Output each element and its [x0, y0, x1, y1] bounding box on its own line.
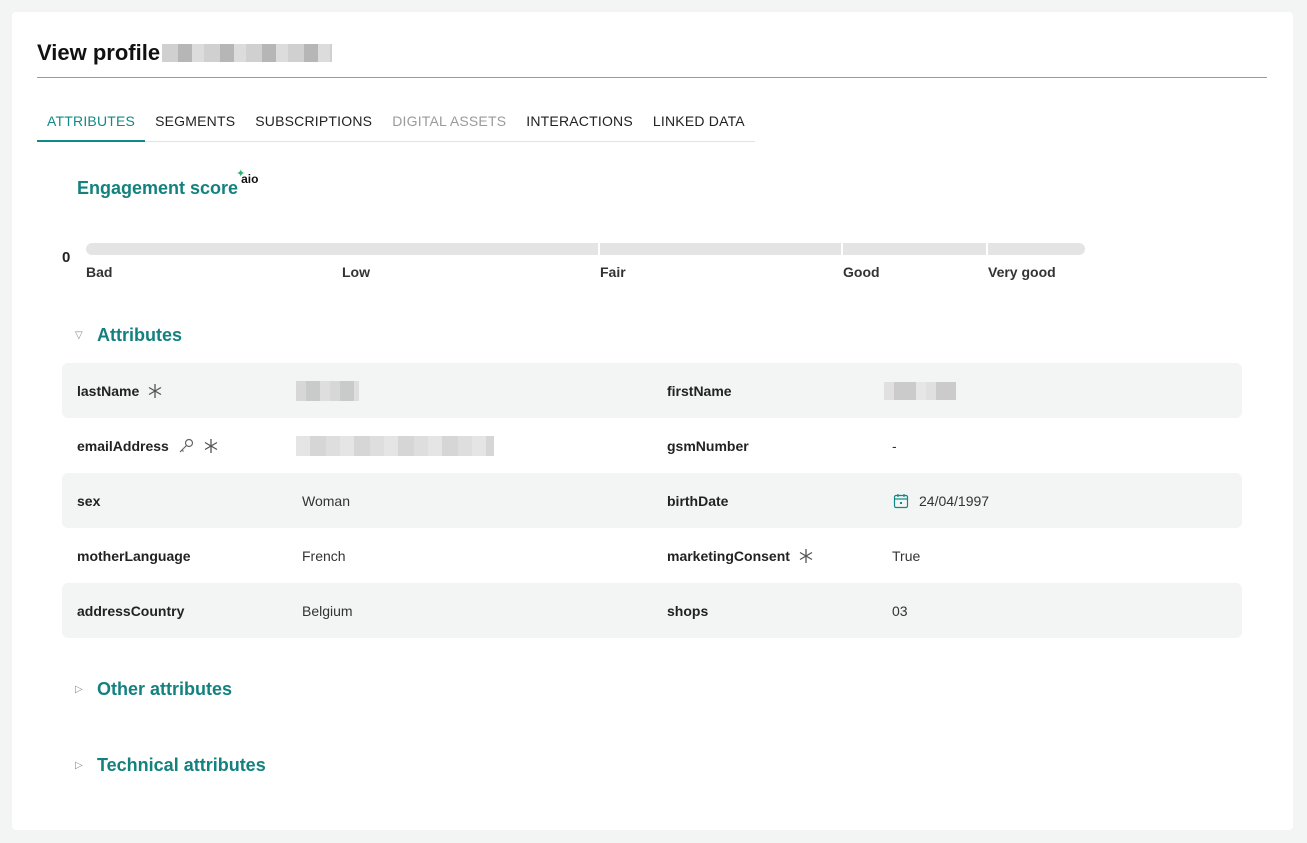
attribute-key-label: shops: [667, 602, 709, 619]
tab-linked-data[interactable]: LINKED DATA: [643, 108, 755, 141]
score-segment-fair: [600, 243, 843, 255]
tab-segments[interactable]: SEGMENTS: [145, 108, 245, 141]
technical-attributes-section-toggle[interactable]: ▷ Technical attributes: [75, 755, 266, 776]
attribute-key-label: firstName: [667, 382, 732, 399]
attribute-value: True: [892, 547, 921, 564]
caret-right-icon: ▷: [75, 760, 83, 771]
profile-card: View profile ATTRIBUTES SEGMENTS SUBSCRI…: [12, 12, 1293, 830]
asterisk-icon: [147, 383, 163, 399]
attribute-value: Woman: [302, 492, 350, 509]
attribute-key: emailAddress: [77, 438, 219, 454]
tab-attributes[interactable]: ATTRIBUTES: [37, 108, 146, 142]
score-level-good: Good: [843, 264, 880, 280]
score-segment-very-good: [988, 243, 1085, 255]
attribute-value-date: 24/04/1997: [893, 493, 989, 509]
calendar-icon: [893, 493, 909, 509]
score-segment-good: [843, 243, 988, 255]
score-level-bad: Bad: [86, 264, 113, 280]
attribute-key: addressCountry: [77, 603, 184, 619]
tab-subscriptions[interactable]: SUBSCRIPTIONS: [245, 108, 382, 141]
tab-interactions[interactable]: INTERACTIONS: [516, 108, 643, 141]
attribute-row: emailAddress gsmNumber -: [62, 418, 1242, 473]
engagement-score-value: 0: [62, 249, 71, 266]
score-segment-bad-low: [86, 243, 600, 255]
asterisk-icon: [798, 548, 814, 564]
attribute-row: addressCountry Belgium shops 03: [62, 583, 1242, 638]
redacted-value: [296, 435, 494, 456]
engagement-score-title: Engagement score: [77, 178, 239, 198]
attribute-value-redacted: [296, 380, 359, 401]
attribute-key-label: marketingConsent: [667, 547, 790, 564]
page-title: View profile: [37, 40, 161, 65]
other-attributes-section-title: Other attributes: [97, 679, 233, 699]
caret-down-icon: ▽: [75, 330, 83, 341]
attribute-key-label: addressCountry: [77, 602, 185, 619]
sparkle-icon: ✦: [236, 168, 246, 180]
attribute-key: marketingConsent: [667, 548, 814, 564]
attribute-key-label: emailAddress: [77, 437, 169, 454]
caret-right-icon: ▷: [75, 684, 83, 695]
asterisk-icon: [203, 438, 219, 454]
attribute-key-label: motherLanguage: [77, 547, 191, 564]
attribute-value-redacted: [884, 381, 956, 400]
redacted-value: [296, 380, 359, 401]
attributes-section-title: Attributes: [97, 325, 182, 345]
attributes-section-toggle[interactable]: ▽ Attributes: [75, 325, 182, 346]
tab-digital-assets: DIGITAL ASSETS: [392, 113, 507, 129]
attribute-key-label: birthDate: [667, 492, 729, 509]
other-attributes-section-toggle[interactable]: ▷ Other attributes: [75, 679, 232, 700]
engagement-score-header: Engagement score ✦ aio: [77, 168, 258, 199]
attribute-key: lastName: [77, 383, 163, 399]
profile-tabs: ATTRIBUTES SEGMENTS SUBSCRIPTIONS DIGITA…: [37, 108, 755, 142]
attribute-value: 03: [892, 602, 908, 619]
attribute-value: French: [302, 547, 346, 564]
attribute-key: firstName: [667, 383, 732, 399]
attribute-row: motherLanguage French marketingConsent T…: [62, 528, 1242, 583]
attribute-key-label: sex: [77, 492, 101, 509]
attribute-row: lastName firstName: [62, 363, 1242, 418]
aio-badge: ✦ aio: [236, 168, 258, 186]
attribute-key: shops: [667, 603, 708, 619]
score-level-very-good: Very good: [988, 264, 1056, 280]
attribute-key: gsmNumber: [667, 438, 749, 454]
attribute-key-label: lastName: [77, 382, 140, 399]
attribute-value: -: [892, 437, 897, 454]
attribute-key: sex: [77, 493, 100, 509]
page-header: View profile: [37, 40, 1267, 78]
birthdate-value: 24/04/1997: [919, 492, 990, 509]
technical-attributes-section-title: Technical attributes: [97, 755, 266, 775]
attribute-key-label: gsmNumber: [667, 437, 749, 454]
redacted-value: [884, 381, 956, 400]
attributes-table: lastName firstName emailAddress gsmNumbe…: [62, 363, 1242, 638]
engagement-score-bar: [86, 243, 1085, 255]
attribute-row: sex Woman birthDate 24/04/1997: [62, 473, 1242, 528]
attribute-value: Belgium: [302, 602, 353, 619]
attribute-value-redacted: [296, 435, 494, 456]
score-level-fair: Fair: [600, 264, 626, 280]
attribute-key: motherLanguage: [77, 548, 191, 564]
attribute-key: birthDate: [667, 493, 728, 509]
score-level-low: Low: [342, 264, 370, 280]
key-icon: [177, 438, 195, 454]
redacted-profile-name: [162, 44, 333, 62]
